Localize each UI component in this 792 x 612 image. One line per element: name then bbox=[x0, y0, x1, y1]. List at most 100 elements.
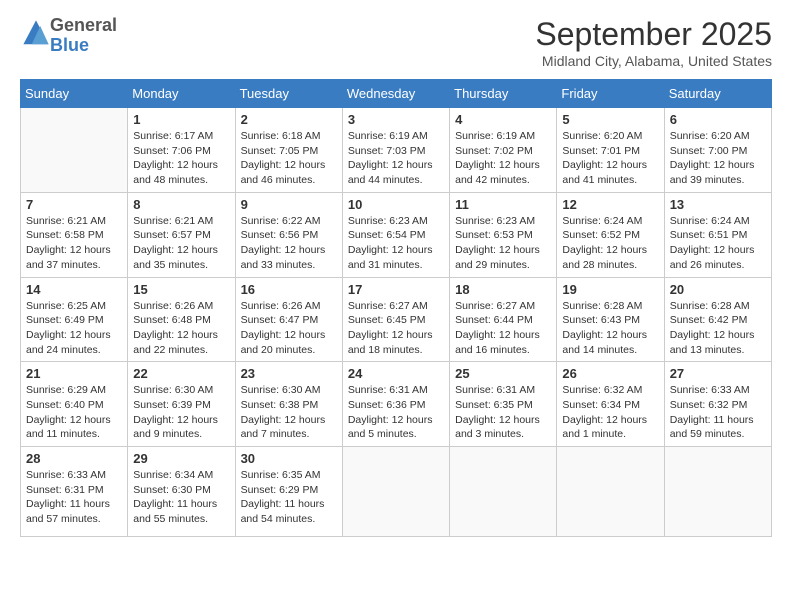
day-number: 6 bbox=[670, 112, 766, 127]
calendar-cell: 17 Sunrise: 6:27 AMSunset: 6:45 PMDayligh… bbox=[342, 277, 449, 362]
day-number: 28 bbox=[26, 451, 122, 466]
weekday-header-saturday: Saturday bbox=[664, 80, 771, 108]
day-info: Sunrise: 6:30 AMSunset: 6:39 PMDaylight:… bbox=[133, 383, 229, 442]
calendar-cell: 5 Sunrise: 6:20 AMSunset: 7:01 PMDaylight… bbox=[557, 108, 664, 193]
day-number: 2 bbox=[241, 112, 337, 127]
calendar-cell: 15Sunrise: 6:26 AMSunset: 6:48 PMDayligh… bbox=[128, 277, 235, 362]
calendar-cell: 23 Sunrise: 6:30 AMSunset: 6:38 PMDayligh… bbox=[235, 362, 342, 447]
day-number: 24 bbox=[348, 366, 444, 381]
calendar-cell: 20Sunrise: 6:28 AMSunset: 6:42 PMDayligh… bbox=[664, 277, 771, 362]
calendar-cell: 19 Sunrise: 6:28 AMSunset: 6:43 PMDayligh… bbox=[557, 277, 664, 362]
calendar-cell: 8 Sunrise: 6:21 AMSunset: 6:57 PMDaylight… bbox=[128, 192, 235, 277]
logo-blue: Blue bbox=[50, 35, 89, 55]
day-number: 1 bbox=[133, 112, 229, 127]
month-title: September 2025 bbox=[535, 16, 772, 53]
day-info: Sunrise: 6:31 AMSunset: 6:36 PMDaylight:… bbox=[348, 383, 444, 442]
calendar-cell: 21 Sunrise: 6:29 AMSunset: 6:40 PMDayligh… bbox=[21, 362, 128, 447]
day-info: Sunrise: 6:30 AMSunset: 6:38 PMDaylight:… bbox=[241, 383, 337, 442]
day-info: Sunrise: 6:21 AMSunset: 6:58 PMDaylight:… bbox=[26, 214, 122, 273]
weekday-header-tuesday: Tuesday bbox=[235, 80, 342, 108]
day-number: 17 bbox=[348, 282, 444, 297]
calendar-cell: 3 Sunrise: 6:19 AMSunset: 7:03 PMDaylight… bbox=[342, 108, 449, 193]
logo-icon bbox=[22, 19, 50, 47]
day-info: Sunrise: 6:35 AMSunset: 6:29 PMDaylight:… bbox=[241, 468, 337, 527]
day-number: 13 bbox=[670, 197, 766, 212]
calendar-cell: 4 Sunrise: 6:19 AMSunset: 7:02 PMDaylight… bbox=[450, 108, 557, 193]
calendar-cell: 16Sunrise: 6:26 AMSunset: 6:47 PMDayligh… bbox=[235, 277, 342, 362]
day-info: Sunrise: 6:23 AMSunset: 6:53 PMDaylight:… bbox=[455, 214, 551, 273]
calendar-cell: 7Sunrise: 6:21 AMSunset: 6:58 PMDaylight… bbox=[21, 192, 128, 277]
day-number: 4 bbox=[455, 112, 551, 127]
logo-general: General bbox=[50, 15, 117, 35]
day-number: 21 bbox=[26, 366, 122, 381]
day-number: 23 bbox=[241, 366, 337, 381]
calendar-cell bbox=[664, 447, 771, 537]
logo-text: General Blue bbox=[50, 16, 117, 56]
calendar-cell: 18Sunrise: 6:27 AMSunset: 6:44 PMDayligh… bbox=[450, 277, 557, 362]
day-number: 26 bbox=[562, 366, 658, 381]
weekday-header-thursday: Thursday bbox=[450, 80, 557, 108]
day-number: 22 bbox=[133, 366, 229, 381]
calendar-cell: 12 Sunrise: 6:24 AMSunset: 6:52 PMDayligh… bbox=[557, 192, 664, 277]
day-number: 9 bbox=[241, 197, 337, 212]
day-info: Sunrise: 6:28 AMSunset: 6:43 PMDaylight:… bbox=[562, 299, 658, 358]
weekday-header-row: SundayMondayTuesdayWednesdayThursdayFrid… bbox=[21, 80, 772, 108]
day-number: 12 bbox=[562, 197, 658, 212]
day-number: 14 bbox=[26, 282, 122, 297]
day-number: 18 bbox=[455, 282, 551, 297]
day-number: 16 bbox=[241, 282, 337, 297]
day-info: Sunrise: 6:29 AMSunset: 6:40 PMDaylight:… bbox=[26, 383, 122, 442]
header: General Blue September 2025 Midland City… bbox=[20, 16, 772, 69]
calendar-week-row: 28 Sunrise: 6:33 AMSunset: 6:31 PMDayligh… bbox=[21, 447, 772, 537]
day-number: 25 bbox=[455, 366, 551, 381]
calendar-cell: 14Sunrise: 6:25 AMSunset: 6:49 PMDayligh… bbox=[21, 277, 128, 362]
calendar-cell bbox=[557, 447, 664, 537]
day-info: Sunrise: 6:32 AMSunset: 6:34 PMDaylight:… bbox=[562, 383, 658, 442]
day-info: Sunrise: 6:26 AMSunset: 6:48 PMDaylight:… bbox=[133, 299, 229, 358]
day-number: 29 bbox=[133, 451, 229, 466]
day-info: Sunrise: 6:21 AMSunset: 6:57 PMDaylight:… bbox=[133, 214, 229, 273]
weekday-header-monday: Monday bbox=[128, 80, 235, 108]
page-container: General Blue September 2025 Midland City… bbox=[0, 0, 792, 547]
calendar-cell: 13 Sunrise: 6:24 AMSunset: 6:51 PMDayligh… bbox=[664, 192, 771, 277]
day-info: Sunrise: 6:27 AMSunset: 6:45 PMDaylight:… bbox=[348, 299, 444, 358]
day-info: Sunrise: 6:33 AMSunset: 6:31 PMDaylight:… bbox=[26, 468, 122, 527]
day-info: Sunrise: 6:19 AMSunset: 7:03 PMDaylight:… bbox=[348, 129, 444, 188]
calendar-cell: 10 Sunrise: 6:23 AMSunset: 6:54 PMDayligh… bbox=[342, 192, 449, 277]
day-info: Sunrise: 6:28 AMSunset: 6:42 PMDaylight:… bbox=[670, 299, 766, 358]
day-info: Sunrise: 6:24 AMSunset: 6:51 PMDaylight:… bbox=[670, 214, 766, 273]
day-number: 27 bbox=[670, 366, 766, 381]
day-info: Sunrise: 6:20 AMSunset: 7:01 PMDaylight:… bbox=[562, 129, 658, 188]
weekday-header-wednesday: Wednesday bbox=[342, 80, 449, 108]
day-info: Sunrise: 6:22 AMSunset: 6:56 PMDaylight:… bbox=[241, 214, 337, 273]
day-info: Sunrise: 6:20 AMSunset: 7:00 PMDaylight:… bbox=[670, 129, 766, 188]
calendar-cell: 22 Sunrise: 6:30 AMSunset: 6:39 PMDayligh… bbox=[128, 362, 235, 447]
day-number: 5 bbox=[562, 112, 658, 127]
day-info: Sunrise: 6:23 AMSunset: 6:54 PMDaylight:… bbox=[348, 214, 444, 273]
calendar-cell: 29 Sunrise: 6:34 AMSunset: 6:30 PMDayligh… bbox=[128, 447, 235, 537]
calendar-cell: 2 Sunrise: 6:18 AMSunset: 7:05 PMDaylight… bbox=[235, 108, 342, 193]
calendar-cell bbox=[450, 447, 557, 537]
day-info: Sunrise: 6:34 AMSunset: 6:30 PMDaylight:… bbox=[133, 468, 229, 527]
day-info: Sunrise: 6:18 AMSunset: 7:05 PMDaylight:… bbox=[241, 129, 337, 188]
day-number: 30 bbox=[241, 451, 337, 466]
calendar-week-row: 21 Sunrise: 6:29 AMSunset: 6:40 PMDayligh… bbox=[21, 362, 772, 447]
calendar-cell: 6 Sunrise: 6:20 AMSunset: 7:00 PMDaylight… bbox=[664, 108, 771, 193]
calendar-cell: 1 Sunrise: 6:17 AMSunset: 7:06 PMDaylight… bbox=[128, 108, 235, 193]
calendar-cell bbox=[342, 447, 449, 537]
day-number: 19 bbox=[562, 282, 658, 297]
day-number: 3 bbox=[348, 112, 444, 127]
day-number: 10 bbox=[348, 197, 444, 212]
location: Midland City, Alabama, United States bbox=[535, 53, 772, 69]
day-info: Sunrise: 6:17 AMSunset: 7:06 PMDaylight:… bbox=[133, 129, 229, 188]
calendar-cell bbox=[21, 108, 128, 193]
calendar-week-row: 14Sunrise: 6:25 AMSunset: 6:49 PMDayligh… bbox=[21, 277, 772, 362]
day-number: 8 bbox=[133, 197, 229, 212]
weekday-header-friday: Friday bbox=[557, 80, 664, 108]
day-number: 11 bbox=[455, 197, 551, 212]
logo: General Blue bbox=[20, 16, 117, 56]
day-info: Sunrise: 6:19 AMSunset: 7:02 PMDaylight:… bbox=[455, 129, 551, 188]
calendar-cell: 11 Sunrise: 6:23 AMSunset: 6:53 PMDayligh… bbox=[450, 192, 557, 277]
day-info: Sunrise: 6:24 AMSunset: 6:52 PMDaylight:… bbox=[562, 214, 658, 273]
calendar-cell: 25Sunrise: 6:31 AMSunset: 6:35 PMDayligh… bbox=[450, 362, 557, 447]
